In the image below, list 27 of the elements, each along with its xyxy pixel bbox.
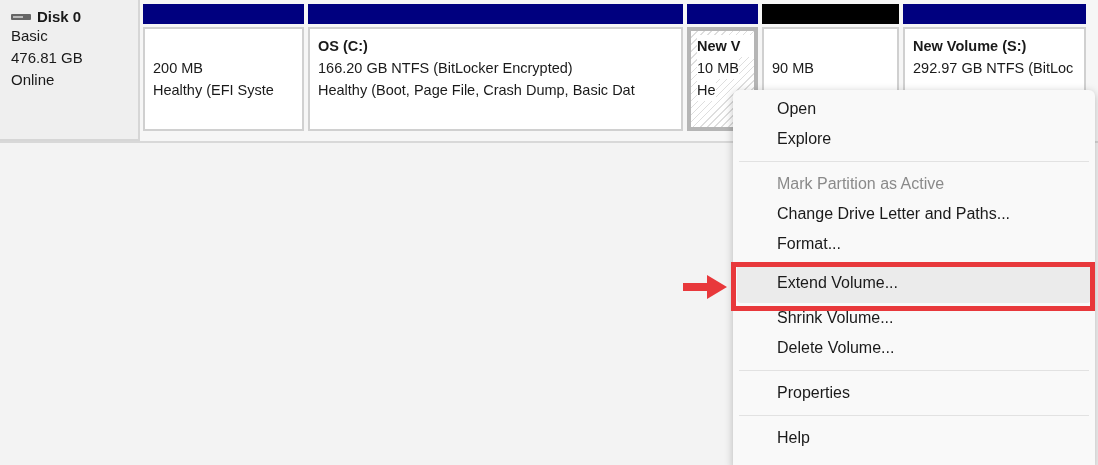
menu-item[interactable]: Delete Volume... bbox=[737, 333, 1091, 363]
partition-detail: 90 MB bbox=[772, 59, 814, 78]
partition-detail: He bbox=[697, 79, 716, 101]
menu-item[interactable]: Shrink Volume... bbox=[737, 303, 1091, 333]
partition[interactable]: 200 MB Healthy (EFI Syste bbox=[143, 0, 304, 141]
partition-detail: 200 MB bbox=[153, 59, 203, 78]
partition-detail: 292.97 GB NTFS (BitLoc bbox=[913, 59, 1074, 78]
partition-header-bar bbox=[687, 4, 758, 24]
menu-item[interactable]: Format... bbox=[737, 229, 1091, 259]
partition-detail: 10 MB bbox=[697, 57, 739, 79]
menu-item[interactable]: Properties bbox=[737, 378, 1091, 408]
disk-size: 476.81 GB bbox=[11, 48, 84, 68]
partition-detail: Healthy (Boot, Page File, Crash Dump, Basic Dat bbox=[318, 81, 635, 100]
disk-status: Online bbox=[11, 70, 56, 90]
partition-detail: Healthy (EFI Syste bbox=[153, 81, 274, 100]
menu-item[interactable]: Help bbox=[737, 423, 1091, 453]
menu-item[interactable]: Open bbox=[737, 94, 1091, 124]
menu-item[interactable]: Change Drive Letter and Paths... bbox=[737, 199, 1091, 229]
partition-title: OS (C:) bbox=[318, 37, 369, 56]
partition-title: New Volume (S:) bbox=[913, 37, 1028, 56]
partition[interactable]: OS (C:) 166.20 GB NTFS (BitLocker Encrypted) Healthy (Boot, Page File, Crash Dump, Basic Dat bbox=[308, 0, 683, 141]
partition-title: New V bbox=[697, 35, 754, 57]
disk-name: Disk 0 bbox=[37, 8, 82, 25]
menu-item[interactable]: Explore bbox=[737, 124, 1091, 154]
partition-detail: 166.20 GB NTFS (BitLocker Encrypted) bbox=[318, 59, 573, 78]
disk-type: Basic bbox=[11, 26, 49, 46]
disk-drive-icon bbox=[11, 12, 31, 21]
